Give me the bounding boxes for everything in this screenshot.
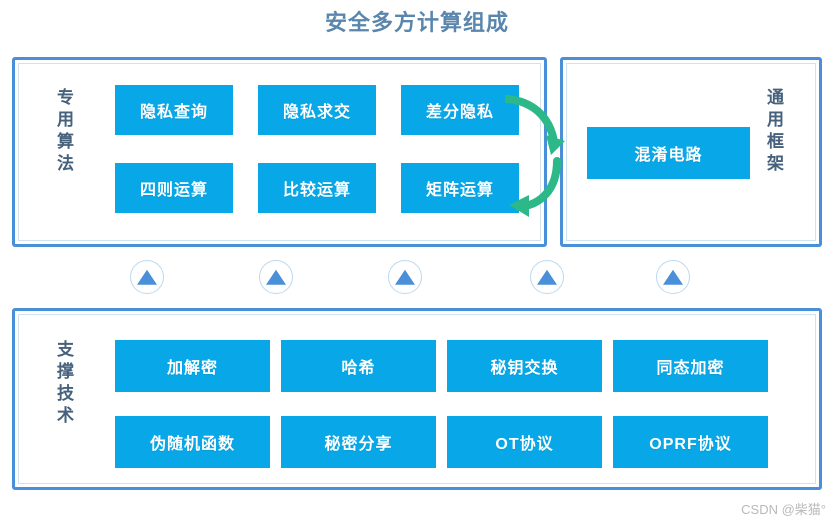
triangle-up-icon: [395, 269, 415, 285]
page-title: 安全多方计算组成: [324, 10, 509, 35]
box-pseudorandom-function[interactable]: 伪随机函数: [115, 416, 270, 468]
panel-general-framework-label: 通用框架: [764, 88, 783, 176]
panel-support-technology-label: 支撑技术: [54, 340, 73, 428]
connector-arrow-2: [259, 260, 293, 294]
box-matrix-operations[interactable]: 矩阵运算: [401, 163, 519, 213]
triangle-up-icon: [266, 269, 286, 285]
box-differential-privacy[interactable]: 差分隐私: [401, 85, 519, 135]
triangle-up-icon: [537, 269, 557, 285]
box-comparison-operations[interactable]: 比较运算: [258, 163, 376, 213]
panel-special-algorithms-label: 专用算法: [54, 88, 73, 176]
box-secret-sharing[interactable]: 秘密分享: [281, 416, 436, 468]
connector-arrow-1: [130, 260, 164, 294]
box-oprf-protocol[interactable]: OPRF协议: [613, 416, 768, 468]
box-ot-protocol[interactable]: OT协议: [447, 416, 602, 468]
box-private-set-intersection[interactable]: 隐私求交: [258, 85, 376, 135]
connector-arrow-4: [530, 260, 564, 294]
box-key-exchange[interactable]: 秘钥交换: [447, 340, 602, 392]
box-arithmetic-operations[interactable]: 四则运算: [115, 163, 233, 213]
box-garbled-circuit[interactable]: 混淆电路: [587, 127, 750, 179]
connector-arrow-5: [656, 260, 690, 294]
box-private-query[interactable]: 隐私查询: [115, 85, 233, 135]
connector-arrow-3: [388, 260, 422, 294]
diagram-root: 安全多方计算组成 专用算法 隐私查询 隐私求交 差分隐私 四则运算 比较运算 矩…: [0, 0, 834, 520]
box-hash[interactable]: 哈希: [281, 340, 436, 392]
triangle-up-icon: [137, 269, 157, 285]
box-homomorphic-encryption[interactable]: 同态加密: [613, 340, 768, 392]
box-encryption-decryption[interactable]: 加解密: [115, 340, 270, 392]
watermark: CSDN @柴猫°: [741, 502, 826, 517]
triangle-up-icon: [663, 269, 683, 285]
